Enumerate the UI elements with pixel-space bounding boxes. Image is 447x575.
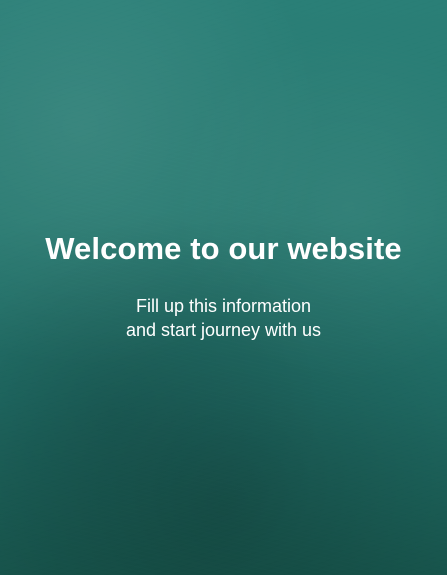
welcome-title: Welcome to our website <box>45 231 402 266</box>
welcome-subtitle-line-2: and start journey with us <box>125 320 322 340</box>
welcome-subtitle-line-1: Fill up this information <box>135 296 312 316</box>
welcome-content: Welcome to our website Fill up this info… <box>0 230 447 342</box>
welcome-subtitle: Fill up this information and start journ… <box>0 294 447 342</box>
welcome-panel: Welcome to our website Fill up this info… <box>0 0 447 575</box>
